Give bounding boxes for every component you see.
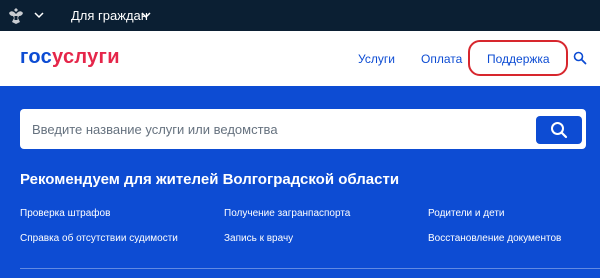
header: госуслуги Услуги Оплата Поддержка xyxy=(0,31,600,86)
rec-link-documents[interactable]: Восстановление документов xyxy=(428,233,561,244)
chevron-down-icon[interactable] xyxy=(34,11,44,19)
nav-support[interactable]: Поддержка xyxy=(487,52,550,66)
rec-link-parents[interactable]: Родители и дети xyxy=(428,208,504,219)
top-bar: Для граждан xyxy=(0,0,600,31)
logo-part-gos: гос xyxy=(20,46,53,68)
audience-selector[interactable]: Для граждан xyxy=(71,8,148,23)
rec-link-passport[interactable]: Получение загранпаспорта xyxy=(224,208,350,219)
recommendations-title: Рекомендуем для жителей Волгоградской об… xyxy=(20,171,400,188)
divider xyxy=(20,268,600,269)
rec-link-criminal-record[interactable]: Справка об отсутствии судимости xyxy=(20,233,178,244)
rec-link-doctor[interactable]: Запись к врачу xyxy=(224,233,293,244)
search-box xyxy=(20,109,586,149)
chevron-down-icon[interactable] xyxy=(141,11,151,19)
search-button[interactable] xyxy=(536,116,582,144)
nav-payment[interactable]: Оплата xyxy=(421,52,462,66)
search-input[interactable] xyxy=(32,109,522,149)
search-icon[interactable] xyxy=(573,51,587,65)
logo-part-uslugi: услуги xyxy=(52,46,120,68)
russia-emblem-icon[interactable] xyxy=(5,5,27,27)
rec-link-fines[interactable]: Проверка штрафов xyxy=(20,208,110,219)
gosuslugi-logo[interactable]: госуслуги xyxy=(20,46,120,69)
nav-services[interactable]: Услуги xyxy=(358,52,395,66)
search-icon xyxy=(551,122,568,139)
